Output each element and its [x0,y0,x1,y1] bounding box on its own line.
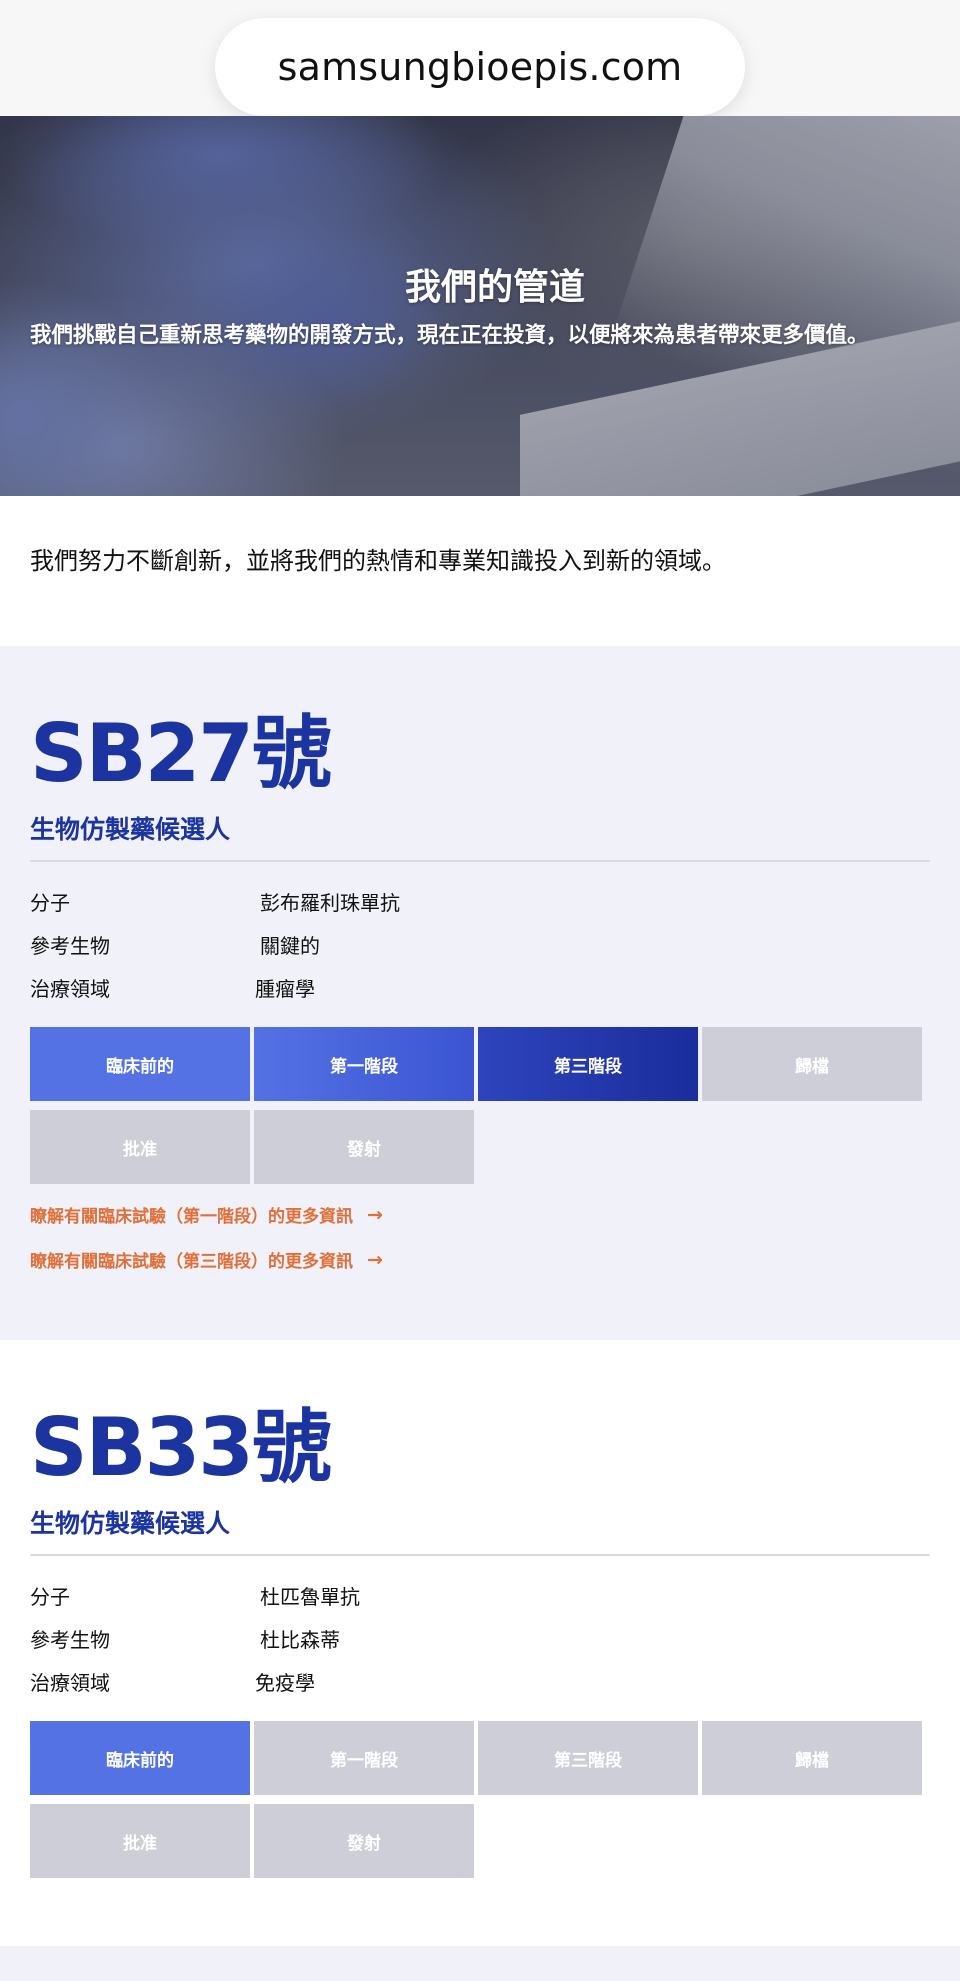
product-code: SB33號 [30,1401,332,1494]
arrow-right-icon: → [367,1248,383,1271]
product-type: 生物仿製藥候選人 [30,815,231,844]
therapeutic-area-value: 腫瘤學 [255,977,315,1001]
molecule-label: 分子 [30,1585,70,1609]
stage-phase-1: 第一階段 [254,1027,474,1101]
stage-preclinical: 臨床前的 [30,1721,250,1795]
stage-launch: 發射 [254,1110,474,1184]
divider [30,1554,930,1556]
stage-phase-1: 第一階段 [254,1721,474,1795]
divider [30,860,930,862]
reference-value: 杜比森蒂 [260,1628,340,1652]
stage-preclinical: 臨床前的 [30,1027,250,1101]
stage-approval: 批准 [30,1804,250,1878]
therapeutic-area-value: 免疫學 [255,1671,315,1695]
link-label: 瞭解有關臨床試驗（第三階段）的更多資訊 [30,1252,353,1272]
molecule-value: 杜匹魯單抗 [260,1585,360,1609]
link-label: 瞭解有關臨床試驗（第一階段）的更多資訊 [30,1207,353,1227]
link-clinical-trial-phase-3[interactable]: 瞭解有關臨床試驗（第三階段）的更多資訊 → [30,1247,383,1273]
stage-filing: 歸檔 [702,1721,922,1795]
stage-launch: 發射 [254,1804,474,1878]
stage-filing: 歸檔 [702,1027,922,1101]
hero-banner: 我們的管道 我們挑戰自己重新思考藥物的開發方式，現在正在投資，以便將來為患者帶來… [0,116,960,496]
molecule-value: 彭布羅利珠單抗 [260,891,400,915]
page: samsungbioepis.com 我們的管道 我們挑戰自己重新思考藥物的開發… [0,0,960,1981]
product-section-sb33: SB33號 生物仿製藥候選人 分子 杜匹魯單抗 參考生物 杜比森蒂 治療領域 免… [0,1340,960,1946]
arrow-right-icon: → [367,1203,383,1226]
product-section-sb27: SB27號 生物仿製藥候選人 分子 彭布羅利珠單抗 參考生物 關鍵的 治療領域 … [0,646,960,1340]
molecule-label: 分子 [30,891,70,915]
reference-label: 參考生物 [30,934,110,958]
product-type: 生物仿製藥候選人 [30,1509,231,1538]
link-clinical-trial-phase-1[interactable]: 瞭解有關臨床試驗（第一階段）的更多資訊 → [30,1202,383,1228]
therapeutic-area-label: 治療領域 [30,1671,110,1695]
reference-label: 參考生物 [30,1628,110,1652]
intro-text: 我們努力不斷創新，並將我們的熱情和專業知識投入到新的領域。 [30,547,726,575]
stage-phase-3: 第三階段 [478,1721,698,1795]
hero-title: 我們的管道 [404,267,585,308]
next-product-section [0,1946,960,1981]
reference-value: 關鍵的 [260,934,320,958]
stage-phase-3: 第三階段 [478,1027,698,1101]
product-code: SB27號 [30,707,332,800]
url-text: samsungbioepis.com [277,45,683,89]
browser-top-bar: samsungbioepis.com [0,0,960,116]
hero-subtitle: 我們挑戰自己重新思考藥物的開發方式，現在正在投資，以便將來為患者帶來更多價值。 [30,323,869,348]
stage-approval: 批准 [30,1110,250,1184]
therapeutic-area-label: 治療領域 [30,977,110,1001]
url-bar[interactable]: samsungbioepis.com [215,18,745,116]
